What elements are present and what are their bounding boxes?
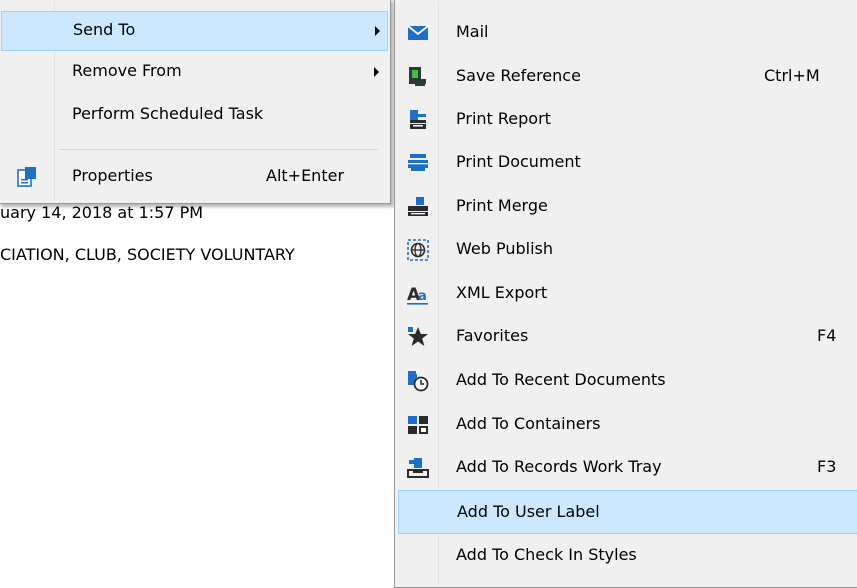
menu-item-label: XML Export [456,283,548,302]
menu-item-label: Add To Check In Styles [456,545,637,564]
menu-item-shortcut: Alt+Enter [266,166,345,185]
menu-item-print-report[interactable]: Print Report [398,98,857,142]
favorites-star-icon [406,325,430,349]
menu-item-label: Print Merge [456,196,548,215]
containers-icon [406,413,430,437]
menu-item-label: Add To Recent Documents [456,370,666,389]
menu-item-label: Remove From [72,61,182,80]
menu-item-add-to-check-in-styles[interactable]: Add To Check In Styles [398,534,857,578]
menu-item-print-merge[interactable]: Print Merge [398,185,857,229]
modified-date-text: uary 14, 2018 at 1:57 PM [0,203,204,222]
web-publish-icon [406,238,430,262]
menu-item-shortcut: F3 [817,457,837,476]
menu-item-add-to-user-label[interactable]: Add To User Label [398,490,857,534]
menu-item-favorites[interactable]: Favorites F4 [398,315,857,359]
menu-item-remove-from[interactable]: Remove From [1,53,388,93]
menu-item-send-to[interactable]: Send To [1,11,388,51]
print-report-icon [406,108,430,132]
menu-item-label: Send To [73,20,136,39]
menu-item-label: Perform Scheduled Task [72,104,264,123]
save-reference-icon [406,65,430,89]
menu-item-save-reference[interactable]: Save Reference Ctrl+M [398,55,857,99]
send-to-submenu: Mail Save Reference Ctrl+M Print Report [394,0,857,588]
submenu-arrow-icon [374,67,379,77]
menu-item-label: Mail [456,22,489,41]
menu-separator [59,149,378,150]
menu-item-xml-export[interactable]: A a XML Export [398,272,857,316]
menu-item-shortcut: F4 [817,326,837,345]
menu-item-label: Add To Containers [456,414,601,433]
context-menu: Send To Remove From Perform Scheduled Ta… [0,0,391,204]
svg-text:a: a [418,289,427,304]
menu-item-label: Web Publish [456,239,553,258]
properties-icon [15,165,39,189]
menu-item-mail[interactable]: Mail [398,11,857,55]
menu-item-label: Save Reference [456,66,581,85]
category-text: CIATION, CLUB, SOCIETY VOLUNTARY [0,245,295,264]
menu-item-add-to-containers[interactable]: Add To Containers [398,403,857,447]
submenu-arrow-icon [375,26,380,36]
menu-item-print-document[interactable]: Print Document [398,141,857,185]
menu-item-perform-scheduled-task[interactable]: Perform Scheduled Task [1,96,388,136]
menu-item-web-publish[interactable]: Web Publish [398,228,857,272]
menu-item-label: Add To User Label [457,502,600,521]
menu-item-label: Favorites [456,326,529,345]
records-work-tray-icon [406,456,430,480]
menu-item-label: Print Document [456,152,581,171]
menu-item-label: Properties [72,166,153,185]
menu-item-properties[interactable]: Properties Alt+Enter [1,158,388,198]
mail-icon [406,21,430,45]
menu-item-add-to-recent-documents[interactable]: Add To Recent Documents [398,359,857,403]
recent-documents-icon [406,369,430,393]
menu-item-add-to-records-work-tray[interactable]: Add To Records Work Tray F3 [398,446,857,490]
menu-item-label: Print Report [456,109,551,128]
menu-item-shortcut: Ctrl+M [764,66,820,85]
menu-item-label: Add To Records Work Tray [456,457,662,476]
print-merge-icon [406,195,430,219]
xml-export-icon: A a [406,282,430,306]
print-document-icon [406,151,430,175]
